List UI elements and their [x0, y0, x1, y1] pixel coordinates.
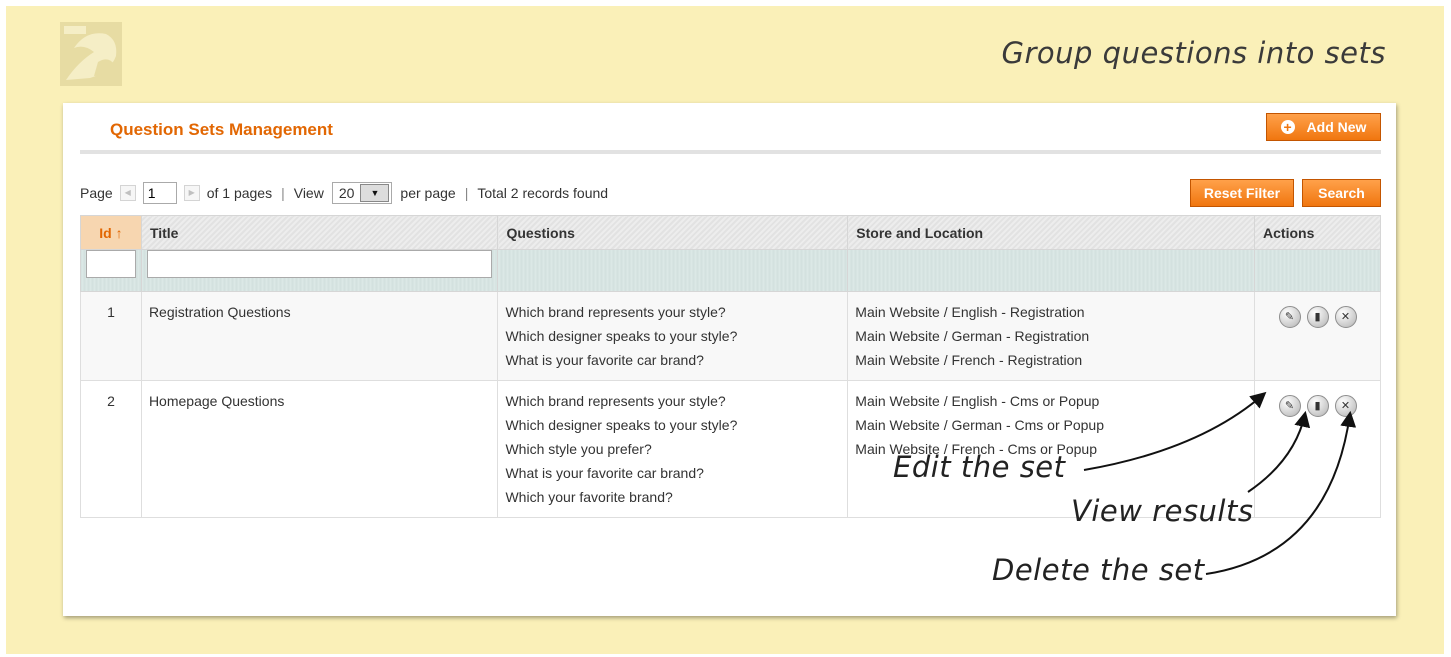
per-page-select[interactable]: 20 ▼ — [331, 182, 393, 204]
column-header-actions: Actions — [1254, 215, 1381, 250]
add-new-label: Add New — [1306, 119, 1367, 135]
chevron-down-icon: ▼ — [360, 184, 390, 202]
row-title: Homepage Questions — [140, 380, 499, 518]
row-questions: Which brand represents your style? Which… — [497, 291, 849, 381]
separator: | — [281, 185, 285, 201]
edit-icon[interactable]: ✎ — [1278, 306, 1301, 328]
per-page-label: per page — [400, 185, 456, 201]
plus-icon: + — [1280, 120, 1295, 134]
annotation-edit: Edit the set — [893, 450, 1066, 484]
delete-icon[interactable]: ✕ — [1334, 395, 1357, 417]
row-id: 2 — [80, 380, 142, 518]
prev-page-icon[interactable]: ◀ — [119, 185, 136, 201]
separator: | — [464, 185, 469, 201]
total-records: Total 2 records found — [477, 185, 609, 201]
question-sets-grid: Id ↑ Title Questions Store and Location … — [80, 215, 1381, 518]
annotation-view: View results — [1071, 494, 1254, 528]
filter-row — [80, 249, 1381, 292]
title-filter-input[interactable] — [146, 250, 493, 278]
chart-icon[interactable]: ▮ — [1306, 306, 1329, 328]
row-title: Registration Questions — [140, 291, 499, 381]
column-header-id[interactable]: Id ↑ — [80, 215, 142, 250]
sort-arrow-icon: ↑ — [115, 224, 123, 241]
annotation-delete: Delete the set — [992, 553, 1205, 587]
brand-logo — [60, 22, 122, 86]
of-pages-text: of 1 pages — [206, 185, 273, 201]
chart-icon[interactable]: ▮ — [1306, 395, 1329, 417]
pager: Page ◀ ▶ of 1 pages | View 20 ▼ per page… — [80, 181, 608, 205]
add-new-button[interactable]: + Add New — [1266, 113, 1381, 141]
column-header-title[interactable]: Title — [140, 215, 499, 250]
panel-title: Question Sets Management — [110, 120, 333, 139]
edit-icon[interactable]: ✎ — [1278, 395, 1301, 417]
search-button[interactable]: Search — [1302, 179, 1381, 207]
table-row[interactable]: 1 Registration Questions Which brand rep… — [80, 291, 1381, 381]
row-actions: ✎ ▮ ✕ — [1254, 380, 1381, 518]
tagline: Group questions into sets — [1001, 36, 1386, 70]
id-filter-input[interactable] — [86, 250, 136, 278]
per-page-value: 20 — [338, 185, 355, 201]
row-questions: Which brand represents your style? Which… — [497, 380, 849, 518]
next-page-icon[interactable]: ▶ — [183, 185, 200, 201]
row-stores: Main Website / English - Registration Ma… — [847, 291, 1256, 381]
column-header-questions[interactable]: Questions — [497, 215, 849, 250]
page-label: Page — [80, 185, 113, 201]
page-background: Group questions into sets Question Sets … — [6, 6, 1444, 654]
column-header-store[interactable]: Store and Location — [847, 215, 1256, 250]
header-divider — [80, 150, 1381, 154]
delete-icon[interactable]: ✕ — [1334, 306, 1357, 328]
question-sets-panel: Question Sets Management + Add New Page … — [63, 103, 1396, 616]
page-input[interactable] — [142, 182, 177, 204]
row-id: 1 — [80, 291, 142, 381]
reset-filter-button[interactable]: Reset Filter — [1190, 179, 1294, 207]
row-actions: ✎ ▮ ✕ — [1254, 291, 1381, 381]
view-label: View — [293, 185, 324, 201]
